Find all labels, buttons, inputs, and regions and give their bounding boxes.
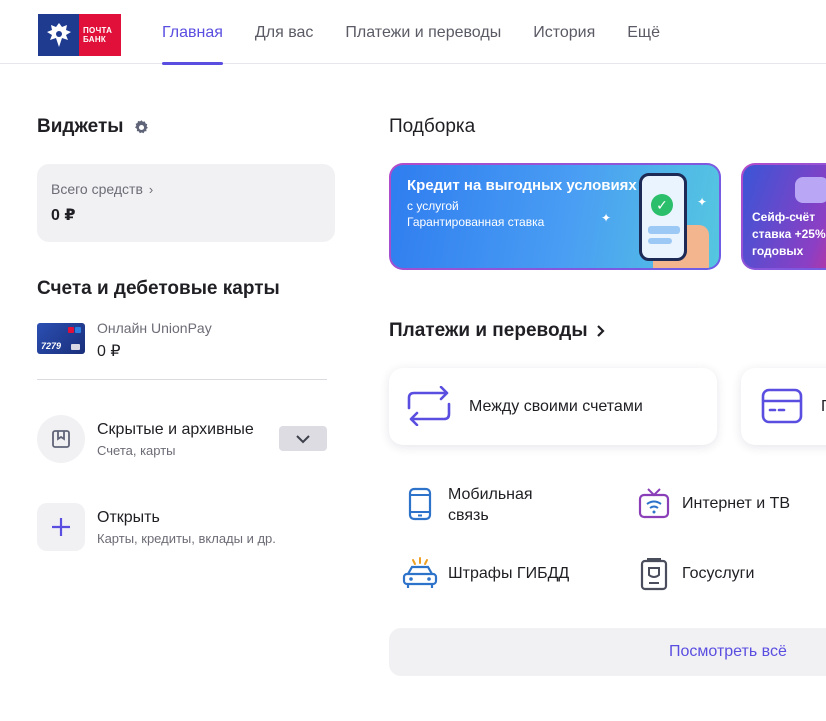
payments-heading[interactable]: Платежи и переводы (389, 320, 606, 342)
gear-icon[interactable] (133, 119, 150, 136)
total-funds-value: 0 ₽ (51, 207, 76, 224)
card-balance: 0 ₽ (97, 343, 121, 360)
transfer-arrows-icon (407, 386, 451, 426)
card-brand-mark (67, 327, 81, 333)
hidden-archived-title: Скрытые и архивные (97, 421, 254, 438)
credit-promo-banner[interactable]: Кредит на выгодных условиях с услугой Га… (389, 163, 721, 270)
nav-tab-more[interactable]: Ещё (627, 0, 660, 64)
hidden-archived-subtitle: Счета, карты (97, 443, 176, 458)
card-item-unionpay[interactable]: 7279 Онлайн UnionPay 0 ₽ (37, 320, 327, 380)
service-mobile-line1: Мобильная (448, 486, 533, 503)
top-header: ПОЧТА БАНК Главная Для вас Платежи и пер… (0, 0, 826, 65)
nav-tab-for-you[interactable]: Для вас (255, 0, 314, 64)
chevron-right-icon (596, 325, 605, 337)
transfer-card-button[interactable]: П (741, 368, 826, 445)
safe-account-line3: годовых (752, 244, 804, 258)
service-gosuslugi-label: Госуслуги (682, 565, 755, 582)
archive-icon (37, 415, 85, 463)
credit-promo-subtitle: с услугой Гарантированная ставка (407, 198, 544, 230)
chevron-right-icon: › (148, 181, 154, 197)
promo-heading: Подборка (389, 116, 476, 137)
see-all-button[interactable]: Посмотреть всё (389, 628, 826, 676)
credit-promo-sub-line2: Гарантированная ставка (407, 215, 545, 229)
transfer-between-accounts-button[interactable]: Между своими счетами (389, 368, 717, 445)
plus-icon (37, 503, 85, 551)
phone-bar (648, 238, 672, 244)
transfer-between-accounts-label: Между своими счетами (469, 398, 643, 415)
open-product-row[interactable]: Открыть Карты, кредиты, вклады и др. (37, 503, 327, 551)
service-mobile-label: Мобильная связь (448, 484, 533, 526)
card-thumbnail: 7279 (37, 323, 85, 354)
service-traffic-fines-label: Штрафы ГИБДД (448, 565, 570, 582)
safe-account-line1: Сейф-счёт (752, 210, 816, 224)
service-internet-tv-label: Интернет и ТВ (682, 495, 791, 512)
safe-account-promo-banner[interactable]: Сейф-счёт ставка +25% годовых (741, 163, 826, 270)
pochta-bank-logo[interactable]: ПОЧТА БАНК (38, 14, 121, 56)
service-mobile[interactable]: Мобильная связь (400, 484, 600, 528)
widgets-title: Виджеты (37, 116, 124, 137)
card-name: Онлайн UnionPay (97, 320, 212, 336)
credit-promo-sub-line1: с услугой (407, 199, 459, 213)
credit-promo-content: Кредит на выгодных условиях с услугой Га… (391, 165, 719, 268)
card-number-short: 7279 (41, 341, 62, 351)
total-funds-label: Всего средств › (51, 181, 321, 197)
main-nav: Главная Для вас Платежи и переводы Истор… (162, 0, 692, 65)
nav-tab-history[interactable]: История (533, 0, 595, 64)
safe-account-line2: ставка +25% (752, 227, 826, 241)
service-mobile-line2: связь (448, 507, 489, 524)
payments-title: Платежи и переводы (389, 320, 588, 341)
card-icon (761, 388, 803, 424)
total-funds-widget[interactable]: Всего средств › 0 ₽ (37, 164, 335, 242)
phone-bar (648, 226, 680, 234)
credit-promo-title: Кредит на выгодных условиях (407, 177, 637, 194)
phone-illustration: ✓ (639, 173, 687, 261)
chevron-down-icon (296, 434, 310, 443)
nav-tab-home[interactable]: Главная (162, 0, 223, 65)
service-traffic-fines[interactable]: Штрафы ГИБДД (400, 554, 600, 598)
expand-button[interactable] (279, 426, 327, 451)
tv-icon (634, 484, 674, 524)
transfer-card-label: П (821, 398, 826, 416)
eagle-emblem-icon (38, 14, 79, 56)
open-product-title: Открыть (97, 509, 160, 526)
card-chip-icon (71, 344, 80, 350)
sparkle-icon: ✦ (601, 211, 612, 225)
see-all-label: Посмотреть всё (669, 643, 787, 660)
open-product-subtitle: Карты, кредиты, вклады и др. (97, 531, 276, 546)
safe-account-promo-text: Сейф-счёт ставка +25% годовых (752, 209, 826, 260)
service-gosuslugi[interactable]: Госуслуги (634, 554, 824, 598)
mobile-icon (400, 484, 440, 524)
sparkle-icon: ✦ (697, 195, 708, 209)
logo-wordmark: ПОЧТА БАНК (79, 14, 121, 56)
safe-account-promo-content: Сейф-счёт ставка +25% годовых (743, 165, 826, 268)
total-funds-label-text: Всего средств (51, 181, 143, 197)
check-icon: ✓ (651, 194, 673, 216)
hidden-archived-row[interactable]: Скрытые и архивные Счета, карты (37, 415, 327, 463)
gov-services-icon (634, 554, 674, 594)
accounts-heading: Счета и дебетовые карты (37, 278, 280, 299)
police-car-icon (400, 554, 440, 594)
service-internet-tv[interactable]: Интернет и ТВ (634, 484, 824, 528)
piggy-bank-icon (795, 177, 826, 203)
widgets-heading: Виджеты (37, 116, 150, 138)
nav-tab-payments[interactable]: Платежи и переводы (345, 0, 501, 64)
